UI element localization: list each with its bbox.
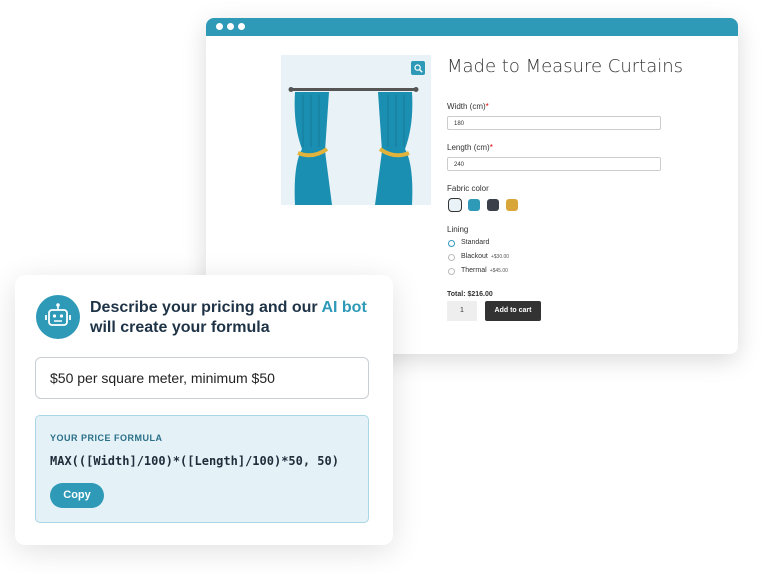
lining-option-label: Thermal +$45.00 bbox=[461, 267, 508, 274]
add-to-cart-button[interactable]: Add to cart bbox=[485, 301, 541, 321]
copy-button[interactable]: Copy bbox=[50, 483, 104, 508]
total-price: Total: $216.00 bbox=[447, 291, 493, 298]
curtain-illustration bbox=[288, 87, 419, 205]
lining-radio-thermal[interactable] bbox=[448, 268, 455, 275]
ai-headline: Describe your pricing and our AI bot wil… bbox=[90, 299, 367, 336]
fabric-swatch-light[interactable] bbox=[449, 199, 461, 211]
zoom-icon[interactable] bbox=[411, 61, 425, 75]
length-input[interactable]: 240 bbox=[447, 157, 661, 171]
formula-label: YOUR PRICE FORMULA bbox=[50, 433, 163, 443]
pricing-prompt-input[interactable]: $50 per square meter, minimum $50 bbox=[35, 357, 369, 399]
fabric-label: Fabric color bbox=[447, 184, 489, 193]
fabric-swatch-blue[interactable] bbox=[468, 199, 480, 211]
fabric-swatch-dark[interactable] bbox=[487, 199, 499, 211]
product-image[interactable] bbox=[281, 55, 431, 205]
lining-label: Lining bbox=[447, 225, 469, 234]
length-label: Length (cm)* bbox=[447, 143, 493, 152]
fabric-swatch-gold[interactable] bbox=[506, 199, 518, 211]
lining-radio-standard[interactable] bbox=[448, 240, 455, 247]
window-titlebar bbox=[206, 18, 738, 36]
product-title: Made to Measure Curtains bbox=[447, 56, 684, 77]
lining-radio-blackout[interactable] bbox=[448, 254, 455, 261]
ai-formula-card: Describe your pricing and our AI bot wil… bbox=[15, 275, 393, 545]
robot-icon bbox=[36, 295, 80, 339]
price-formula: MAX(([Width]/100)*([Length]/100)*50, 50) bbox=[50, 454, 339, 468]
lining-option-label: Blackout +$30.00 bbox=[461, 253, 510, 260]
window-dot bbox=[238, 23, 245, 30]
window-dot bbox=[216, 23, 223, 30]
window-dot bbox=[227, 23, 234, 30]
quantity-input[interactable]: 1 bbox=[447, 301, 477, 321]
width-input[interactable]: 180 bbox=[447, 116, 661, 130]
formula-box: YOUR PRICE FORMULA MAX(([Width]/100)*([L… bbox=[35, 415, 369, 523]
lining-option-label: Standard bbox=[461, 239, 490, 246]
width-label: Width (cm)* bbox=[447, 102, 489, 111]
